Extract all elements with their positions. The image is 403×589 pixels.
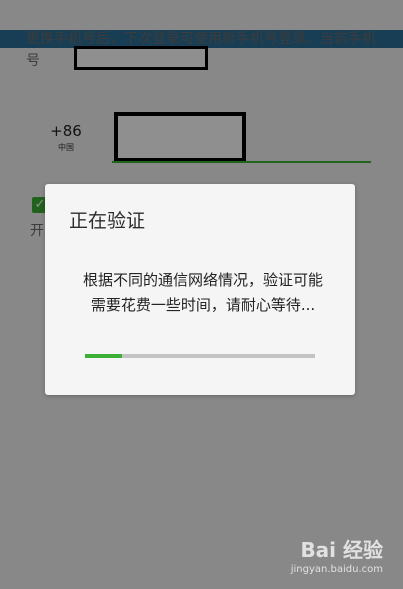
watermark-url: jingyan.baidu.com <box>290 564 383 575</box>
progress-bar <box>85 354 315 358</box>
dialog-message: 根据不同的通信网络情况，验证可能需要花费一些时间，请耐心等待... <box>83 271 324 314</box>
verifying-dialog: 正在验证 根据不同的通信网络情况，验证可能需要花费一些时间，请耐心等待... <box>45 184 355 395</box>
dialog-title: 正在验证 <box>69 210 146 232</box>
progress-fill <box>85 354 122 358</box>
watermark-logo: Bai 经验 <box>300 538 383 562</box>
baidu-jingyan-watermark: Bai 经验 jingyan.baidu.com <box>291 538 383 576</box>
